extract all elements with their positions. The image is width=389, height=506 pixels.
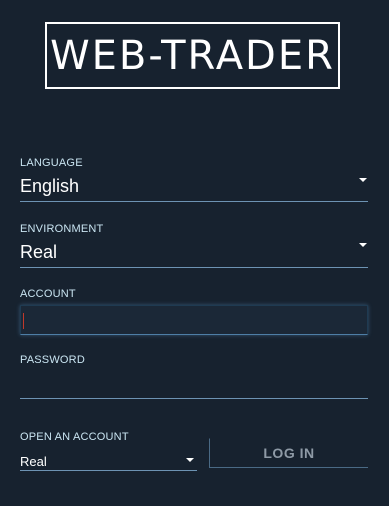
logo: WEB-TRADER (45, 22, 340, 89)
account-label: ACCOUNT (20, 288, 76, 300)
password-input[interactable] (20, 371, 368, 398)
login-button[interactable]: LOG IN (209, 438, 368, 468)
environment-underline (20, 267, 368, 268)
environment-value[interactable]: Real (20, 242, 57, 263)
language-label: LANGUAGE (20, 157, 83, 169)
language-select[interactable]: LANGUAGE English (20, 157, 368, 203)
language-underline (20, 201, 368, 202)
open-account-label: OPEN AN ACCOUNT (20, 431, 129, 443)
account-field: ACCOUNT (20, 288, 368, 335)
chevron-down-icon[interactable] (359, 243, 367, 247)
password-underline (20, 398, 368, 399)
chevron-down-icon[interactable] (359, 178, 367, 182)
language-value[interactable]: English (20, 176, 79, 197)
account-input[interactable] (20, 305, 368, 335)
password-field: PASSWORD (20, 354, 368, 400)
chevron-down-icon[interactable] (186, 458, 194, 462)
open-account-select[interactable]: OPEN AN ACCOUNT Real (20, 431, 197, 471)
logo-text: WEB-TRADER (50, 32, 335, 79)
password-label: PASSWORD (20, 354, 85, 366)
login-button-label: LOG IN (263, 445, 315, 461)
open-account-underline (20, 470, 197, 471)
open-account-value[interactable]: Real (20, 454, 47, 469)
environment-label: ENVIRONMENT (20, 223, 104, 235)
environment-select[interactable]: ENVIRONMENT Real (20, 223, 368, 269)
text-cursor (23, 313, 24, 329)
